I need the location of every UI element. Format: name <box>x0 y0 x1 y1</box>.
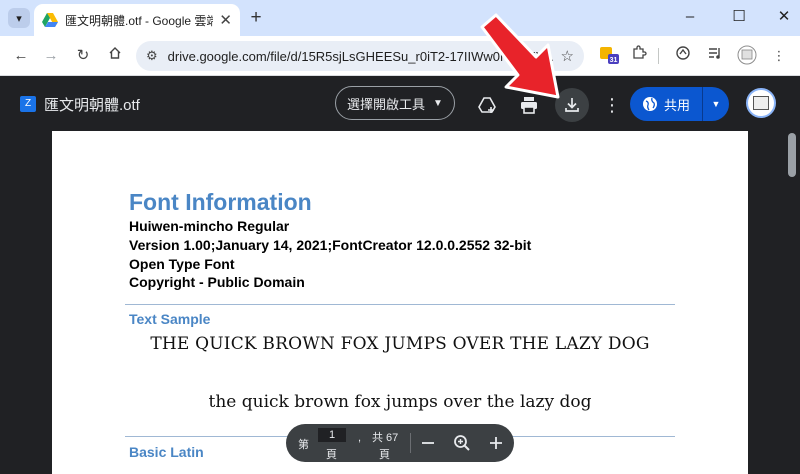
globe-icon <box>642 97 657 111</box>
open-with-label: 選擇開啟工具 <box>347 96 426 112</box>
site-info-icon[interactable]: ⚙ <box>146 48 158 64</box>
close-window-button[interactable]: ✕ <box>772 6 796 28</box>
file-type-icon: Z <box>20 96 36 112</box>
file-name: 匯文明朝體.otf <box>44 97 140 114</box>
calendar-badge: 31 <box>610 57 618 64</box>
reload-button[interactable]: ↻ <box>72 45 94 67</box>
text-sample-heading: Text Sample <box>129 311 211 327</box>
page-control-divider <box>410 433 411 453</box>
toolbar-divider <box>658 48 659 64</box>
browser-toolbar: ← → ↻ ⚙ drive.google.com/file/d/15R5sjLs… <box>0 36 800 76</box>
page-separator: , <box>358 432 362 444</box>
section-divider <box>125 304 675 305</box>
share-label: 共用 <box>663 97 690 113</box>
chevron-down-icon: ▾ <box>16 12 22 25</box>
tab-search-button[interactable]: ▾ <box>8 8 30 28</box>
page-total-unit: 頁 <box>379 449 390 461</box>
share-options-dropdown[interactable]: ▼ <box>703 87 729 121</box>
sample-lowercase: the quick brown fox jumps over the lazy … <box>208 392 592 412</box>
tab-strip: ▾ 匯文明朝體.otf - Google 雲端硬碟 ✕ + – ☐ ✕ <box>0 0 800 36</box>
share-button[interactable]: 共用 ▼ <box>630 87 729 121</box>
more-vert-icon: ⋮ <box>603 94 621 115</box>
extensions-puzzle-icon[interactable] <box>628 45 650 67</box>
page-unit: 頁 <box>326 449 337 461</box>
document-page: Font Information Huiwen-mincho Regular V… <box>52 131 748 474</box>
tab-close-icon[interactable]: ✕ <box>219 11 232 29</box>
reload-icon: ↻ <box>76 47 90 64</box>
more-actions-button[interactable]: ⋮ <box>596 89 628 121</box>
caret-down-icon: ▼ <box>711 99 721 109</box>
zoom-in-button[interactable] <box>484 431 508 455</box>
extension-feed-icon[interactable]: 31 <box>598 45 620 67</box>
caret-down-icon: ▼ <box>433 97 443 109</box>
open-with-button[interactable]: 選擇開啟工具 ▼ <box>335 86 455 120</box>
minus-icon <box>422 442 434 444</box>
browser-menu-icon[interactable]: ⋮ <box>768 45 790 67</box>
browser-tab[interactable]: 匯文明朝體.otf - Google 雲端硬碟 ✕ <box>34 4 240 36</box>
arrow-right-icon: → <box>43 47 59 64</box>
file-viewer-header: Z 匯文明朝體.otf 選擇開啟工具 ▼ ⋮ 共用 ▼ <box>0 77 800 131</box>
maximize-button[interactable]: ☐ <box>727 6 751 28</box>
font-version-line: Version 1.00;January 14, 2021;FontCreato… <box>129 237 532 253</box>
page-navigation-control: 第 1 頁 , 共 67 頁 <box>286 424 514 462</box>
zoom-icon <box>454 435 470 451</box>
forward-button[interactable]: → <box>40 45 62 67</box>
font-name-line: Huiwen-mincho Regular <box>129 218 290 234</box>
google-drive-icon <box>42 13 58 27</box>
tab-title: 匯文明朝體.otf - Google 雲端硬碟 <box>65 13 214 28</box>
arrow-left-icon: ← <box>13 47 29 64</box>
plus-icon <box>490 437 502 449</box>
minimize-button[interactable]: – <box>678 6 702 28</box>
new-tab-button[interactable]: + <box>245 7 267 29</box>
home-button[interactable] <box>104 45 126 67</box>
account-sync-icon[interactable] <box>672 45 694 67</box>
page-number-input[interactable]: 1 <box>318 428 346 442</box>
home-icon <box>109 47 121 59</box>
annotation-arrow-icon <box>480 13 560 99</box>
zoom-out-button[interactable] <box>416 431 440 455</box>
profile-avatar-icon[interactable] <box>736 45 758 67</box>
basic-latin-heading: Basic Latin <box>129 444 204 460</box>
font-type-line: Open Type Font <box>129 256 235 272</box>
scrollbar-thumb[interactable] <box>788 133 796 177</box>
page-total: 共 67 <box>372 432 399 444</box>
sample-uppercase: THE QUICK BROWN FOX JUMPS OVER THE LAZY … <box>150 334 650 354</box>
font-copyright-line: Copyright - Public Domain <box>129 274 305 290</box>
document-title: Font Information <box>129 189 312 215</box>
avatar-image <box>753 96 769 110</box>
page-prefix: 第 <box>298 439 309 451</box>
account-avatar[interactable] <box>746 88 776 118</box>
zoom-fit-button[interactable] <box>450 431 474 455</box>
back-button[interactable]: ← <box>10 45 32 67</box>
media-controls-icon[interactable] <box>704 45 726 67</box>
